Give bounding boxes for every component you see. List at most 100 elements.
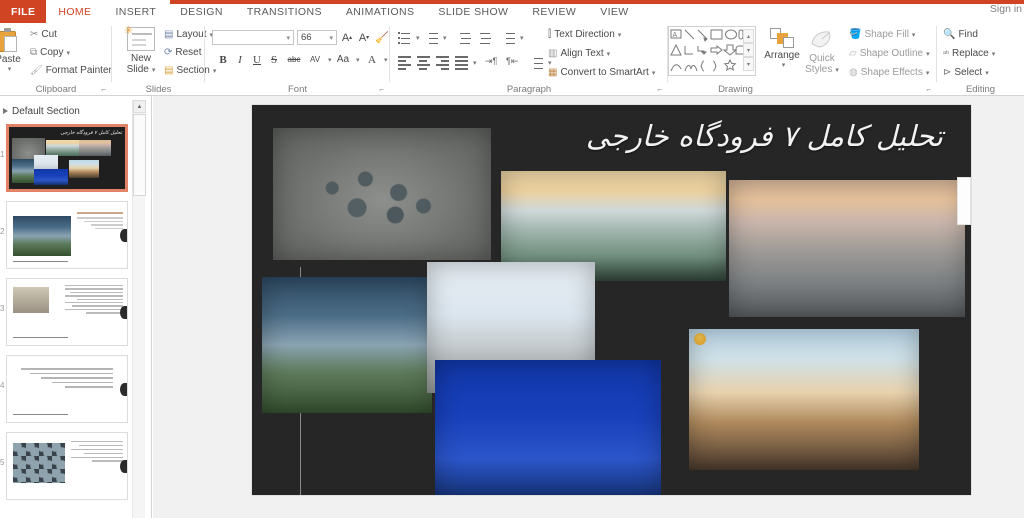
font-dialog-launcher[interactable]: ⌐	[379, 85, 384, 94]
drawing-dialog-launcher[interactable]: ⌐	[926, 85, 931, 94]
convert-to-smartart-dropdown-icon[interactable]: ▾	[652, 69, 656, 77]
quick-styles-button[interactable]: Quick Styles ▾	[802, 27, 842, 76]
slide-thumbnail-4[interactable]: 4	[0, 355, 128, 423]
image-tower-render-sunset[interactable]	[689, 329, 919, 470]
text-direction-dropdown-icon[interactable]: ▾	[618, 31, 622, 39]
slide-editing-area[interactable]: تحلیل کامل ۷ فرودگاه خارجی	[153, 96, 1024, 518]
justify-dropdown-icon[interactable]: ▾	[473, 59, 477, 67]
font-size-dropdown-icon[interactable]: ▾	[329, 34, 333, 42]
new-slide-button[interactable]: ✳ New Slide ▾	[119, 25, 163, 87]
slide-thumbnail-pane[interactable]: Default Section 1 تحلیل کامل ۷ فرودگاه خ…	[0, 96, 152, 518]
justify-icon[interactable]	[455, 56, 468, 70]
text-direction-button[interactable]: ⫿ Text Direction ▾	[548, 29, 621, 40]
increase-font-size-button[interactable]: A ▴	[340, 30, 354, 45]
arrange-button[interactable]: Arrange ▾	[763, 27, 801, 69]
decrease-font-size-button[interactable]: A ▾	[357, 30, 371, 45]
columns-dropdown-icon[interactable]: ▾	[548, 59, 552, 67]
font-size-input[interactable]: 66 ▾	[297, 30, 337, 45]
slide-pane-scrollbar[interactable]: ▲	[132, 100, 146, 518]
align-right-icon[interactable]	[436, 56, 449, 70]
thumbnail-collapse-4[interactable]	[120, 383, 127, 396]
increase-indent-icon[interactable]	[477, 31, 491, 44]
numbering-icon[interactable]	[425, 31, 438, 44]
section-collapse-icon[interactable]	[3, 108, 8, 114]
thumbnail-collapse-5[interactable]	[120, 460, 127, 473]
line-spacing-icon[interactable]	[502, 31, 515, 44]
image-control-tower-garden[interactable]	[262, 277, 432, 413]
slide-right-flap[interactable]	[957, 177, 971, 225]
columns-icon[interactable]	[530, 56, 543, 69]
shapes-scroll-up-icon[interactable]: ▴	[743, 29, 754, 43]
underline-button[interactable]: U	[250, 52, 264, 67]
shape-effects-dropdown-icon[interactable]: ▾	[926, 69, 930, 77]
tab-review[interactable]: REVIEW	[520, 0, 588, 23]
shape-outline-button[interactable]: ▱ Shape Outline ▾	[849, 48, 930, 59]
thumbnail-canvas-1[interactable]: تحلیل کامل ۷ فرودگاه خارجی	[6, 124, 128, 192]
cut-button[interactable]: ✂ Cut	[30, 29, 57, 40]
thumbnail-collapse-2[interactable]	[120, 229, 127, 242]
bullets-icon[interactable]	[398, 31, 411, 44]
numbering-dropdown-icon[interactable]: ▾	[443, 34, 447, 42]
new-slide-dropdown-icon[interactable]: ▾	[152, 66, 156, 74]
slide-thumbnail-5[interactable]: 5	[0, 432, 128, 500]
thumbnail-canvas-4[interactable]	[6, 355, 128, 423]
line-spacing-dropdown-icon[interactable]: ▾	[520, 34, 524, 42]
select-button[interactable]: ⊳ Select ▾	[943, 67, 989, 78]
select-dropdown-icon[interactable]: ▾	[985, 69, 989, 77]
rtl-text-direction-icon[interactable]: ¶⇤	[506, 56, 519, 69]
tab-insert[interactable]: INSERT	[103, 0, 168, 23]
italic-button[interactable]: I	[233, 52, 247, 67]
shape-effects-button[interactable]: ◍ Shape Effects ▾	[849, 67, 929, 78]
scroll-thumb[interactable]	[133, 114, 146, 196]
tab-home[interactable]: HOME	[46, 0, 104, 23]
thumbnail-canvas-5[interactable]	[6, 432, 128, 500]
thumbnail-collapse-3[interactable]	[120, 306, 127, 319]
arrange-dropdown-icon[interactable]: ▾	[766, 61, 801, 69]
shape-fill-dropdown-icon[interactable]: ▾	[912, 31, 916, 39]
slide-thumbnail-3[interactable]: 3	[0, 278, 128, 346]
font-color-dropdown-icon[interactable]: ▾	[384, 56, 388, 64]
clipboard-dialog-launcher[interactable]: ⌐	[101, 85, 106, 94]
slide-thumbnail-1[interactable]: 1 تحلیل کامل ۷ فرودگاه خارجی	[0, 124, 128, 192]
replace-button[interactable]: ᵃᵇ Replace ▾	[943, 48, 995, 59]
text-shadow-button[interactable]: S	[267, 52, 281, 67]
shapes-gallery[interactable]: A ▴ ▾ ▾	[668, 26, 756, 76]
slide-title-text[interactable]: تحلیل کامل ۷ فرودگاه خارجی	[586, 119, 943, 153]
paste-dropdown-icon[interactable]: ▾	[8, 65, 12, 73]
tab-transitions[interactable]: TRANSITIONS	[235, 0, 334, 23]
format-painter-button[interactable]: 🖌 Format Painter	[30, 65, 112, 76]
copy-dropdown-icon[interactable]: ▾	[67, 49, 71, 57]
font-name-dropdown-icon[interactable]: ▾	[286, 34, 290, 42]
decrease-indent-icon[interactable]	[457, 31, 471, 44]
slide-thumbnail-2[interactable]: 2	[0, 201, 128, 269]
scroll-up-icon[interactable]: ▲	[133, 100, 146, 113]
strikethrough-button[interactable]: abc	[284, 52, 304, 67]
font-name-input[interactable]: ▾	[212, 30, 294, 45]
image-blue-night-terminal[interactable]	[435, 360, 661, 495]
paste-button[interactable]: Paste ▾	[0, 28, 28, 86]
quick-styles-dropdown-icon[interactable]: ▾	[835, 67, 839, 74]
tab-animations[interactable]: ANIMATIONS	[334, 0, 427, 23]
tab-slide-show[interactable]: SLIDE SHOW	[426, 0, 520, 23]
character-spacing-dropdown-icon[interactable]: ▾	[328, 56, 332, 64]
change-case-dropdown-icon[interactable]: ▾	[356, 56, 360, 64]
bullets-dropdown-icon[interactable]: ▾	[416, 34, 420, 42]
ltr-text-direction-icon[interactable]: ⇥¶	[485, 56, 498, 69]
align-text-dropdown-icon[interactable]: ▾	[607, 50, 611, 58]
current-slide[interactable]: تحلیل کامل ۷ فرودگاه خارجی	[252, 105, 971, 495]
tab-view[interactable]: VIEW	[588, 0, 640, 23]
shape-fill-button[interactable]: 🪣 Shape Fill ▾	[849, 29, 915, 40]
convert-to-smartart-button[interactable]: ▦ Convert to SmartArt ▾	[548, 67, 655, 78]
align-text-button[interactable]: ▥ Align Text ▾	[548, 48, 610, 59]
find-button[interactable]: 🔍 Find	[943, 29, 978, 40]
bold-button[interactable]: B	[216, 52, 230, 67]
paragraph-dialog-launcher[interactable]: ⌐	[657, 85, 662, 94]
section-header[interactable]: Default Section	[0, 104, 151, 118]
thumbnail-canvas-3[interactable]	[6, 278, 128, 346]
clear-formatting-icon[interactable]: 🧹	[375, 30, 389, 45]
image-coastal-airport-dusk[interactable]	[729, 180, 965, 317]
align-center-icon[interactable]	[417, 56, 430, 70]
align-left-icon[interactable]	[398, 56, 411, 70]
copy-button[interactable]: ⧉ Copy ▾	[30, 47, 70, 58]
replace-dropdown-icon[interactable]: ▾	[992, 50, 996, 58]
